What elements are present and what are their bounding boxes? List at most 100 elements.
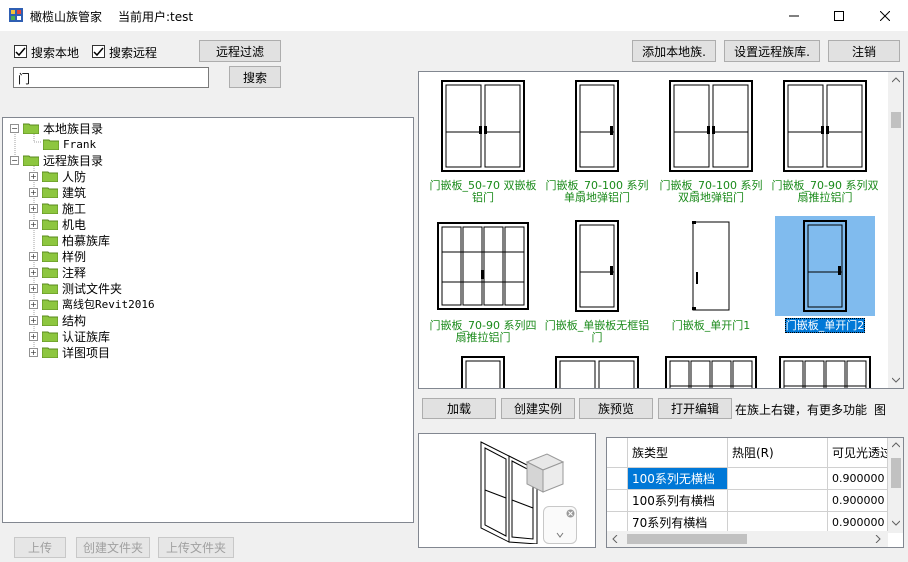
grid-cell-vis[interactable]: 0.900000	[828, 490, 888, 512]
title-bar: 橄榄山族管家 当前用户:test	[0, 0, 908, 31]
load-button[interactable]: 加载	[422, 398, 496, 419]
expand-icon[interactable]: +	[29, 347, 38, 357]
grid-cell-vis[interactable]: 0.900000	[828, 468, 888, 490]
set-remote-library-button[interactable]: 设置远程族库.	[724, 40, 820, 62]
tree-node-remote-child[interactable]: + 建筑	[29, 184, 86, 200]
navigation-wheel[interactable]	[543, 506, 577, 544]
family-card-partial[interactable]	[769, 356, 881, 388]
expand-icon[interactable]: +	[29, 251, 38, 261]
tree-node-remote-child[interactable]: + 样例	[29, 248, 86, 264]
family-card[interactable]: 门嵌板_70-90 系列双扇推拉铝门	[769, 76, 881, 204]
family-card-partial[interactable]	[541, 356, 653, 388]
logout-button[interactable]: 注销	[828, 40, 900, 62]
grid-hscroll-thumb[interactable]	[627, 534, 747, 544]
tree-node-remote-child[interactable]: + 测试文件夹	[29, 280, 122, 296]
scroll-up-icon[interactable]	[892, 77, 900, 83]
four-panel-door-icon	[433, 216, 533, 316]
gallery-scroll-thumb[interactable]	[891, 112, 901, 128]
scroll-up-icon[interactable]	[892, 442, 900, 448]
double-door-icon	[775, 76, 875, 176]
family-card[interactable]: 门嵌板_单嵌板无框铝门	[541, 216, 653, 344]
tree-node-remote-child[interactable]: + 注释	[29, 264, 86, 280]
hint-text: 在族上右键，有更多功能	[735, 403, 868, 417]
tree-node-remote-child[interactable]: + 人防	[29, 168, 86, 184]
grid-header-r[interactable]: 热阻(R)	[728, 438, 828, 468]
maximize-button[interactable]	[816, 0, 862, 31]
family-card[interactable]: 门嵌板_单开门1	[655, 216, 767, 332]
chevron-down-icon[interactable]	[556, 531, 564, 539]
family-3d-preview[interactable]	[418, 433, 596, 548]
remote-filter-button[interactable]: 远程过滤	[199, 40, 281, 62]
collapse-icon[interactable]: −	[10, 123, 19, 133]
upload-button[interactable]: 上传	[14, 537, 66, 558]
expand-icon[interactable]: +	[29, 187, 38, 197]
expand-icon[interactable]: +	[29, 267, 38, 277]
tree-node-remote-child[interactable]: + 认证族库	[29, 328, 110, 344]
grid-vscroll-thumb[interactable]	[891, 458, 901, 488]
search-button[interactable]: 搜索	[229, 66, 281, 88]
grid-cell-r[interactable]	[728, 490, 828, 512]
grid-hscrollbar[interactable]	[607, 531, 888, 547]
tree-node-frank[interactable]: Frank	[43, 136, 96, 152]
family-card[interactable]: 门嵌板_单开门2	[769, 216, 881, 333]
expand-icon[interactable]: +	[29, 283, 38, 293]
tree-node-remote-child[interactable]: + 机电	[29, 216, 86, 232]
family-card[interactable]: 门嵌板_70-90 系列四扇推拉铝门	[427, 216, 539, 344]
minimize-button[interactable]	[771, 0, 817, 31]
family-card-caption: 门嵌板_70-100 系列双扇地弹铝门	[659, 179, 763, 204]
expand-icon[interactable]: +	[29, 299, 38, 309]
expand-icon[interactable]: +	[29, 331, 38, 341]
collapse-icon[interactable]: −	[10, 155, 19, 165]
create-instance-button[interactable]: 创建实例	[501, 398, 575, 419]
family-card[interactable]: 门嵌板_70-100 系列单扇地弹铝门	[541, 76, 653, 204]
tree-node-remote-child[interactable]: 柏慕族库	[29, 232, 110, 248]
checkmark-icon	[93, 47, 104, 57]
grid-header-type[interactable]: 族类型	[628, 438, 728, 468]
trailing-text: 图	[874, 403, 887, 417]
grid-cell-type[interactable]: 100系列有横档	[628, 490, 728, 512]
expand-icon[interactable]: +	[29, 171, 38, 181]
grid-header-vis[interactable]: 可见光透过	[828, 438, 888, 468]
viewcube-icon[interactable]	[521, 448, 567, 498]
tree-node-remote-child[interactable]: + 施工	[29, 200, 86, 216]
scroll-down-icon[interactable]	[892, 377, 900, 383]
tree-node-remote-child[interactable]: + 结构	[29, 312, 86, 328]
family-card[interactable]: 门嵌板_70-100 系列双扇地弹铝门	[655, 76, 767, 204]
search-remote-label: 搜索远程	[109, 46, 158, 60]
family-preview-button[interactable]: 族预览	[579, 398, 653, 419]
family-card-partial[interactable]	[427, 356, 539, 388]
grid-cell-type[interactable]: 100系列无横档	[628, 468, 728, 490]
scroll-right-icon[interactable]	[875, 535, 881, 543]
tree-node-remote-child[interactable]: + 详图项目	[29, 344, 110, 360]
family-tree[interactable]: − 本地族目录 Frank − 远程族目录 + 人防 + 建筑 + 施工 + 机电 柏慕族库 + 样…	[2, 117, 414, 523]
family-type-grid[interactable]: 族类型 热阻(R) 可见光透过 100系列无横档 0.900000 100系列有横档…	[606, 437, 904, 548]
tree-node-remote-child[interactable]: + 离线包Revit2016	[29, 296, 155, 312]
folder-icon	[42, 235, 58, 246]
scroll-down-icon[interactable]	[892, 520, 900, 526]
current-user-label: 当前用户:test	[118, 10, 194, 24]
family-gallery[interactable]: 门嵌板_50-70 双嵌板铝门 门嵌板_70-100 系列单扇地弹铝门 门嵌板_70…	[418, 71, 904, 389]
tree-node-local-root[interactable]: − 本地族目录	[10, 120, 103, 136]
grid-cell-r[interactable]	[728, 468, 828, 490]
folder-icon	[43, 139, 59, 150]
family-card[interactable]: 门嵌板_50-70 双嵌板铝门	[427, 76, 539, 204]
close-icon[interactable]	[566, 509, 575, 518]
search-remote-checkbox[interactable]	[92, 45, 105, 58]
expand-icon[interactable]: +	[29, 203, 38, 213]
add-local-family-button[interactable]: 添加本地族.	[632, 40, 716, 62]
grid-row-header[interactable]	[607, 468, 628, 490]
expand-icon[interactable]: +	[29, 219, 38, 229]
close-button[interactable]	[862, 0, 908, 31]
grid-row-header[interactable]	[607, 490, 628, 512]
search-local-checkbox[interactable]	[14, 45, 27, 58]
gallery-scrollbar[interactable]	[888, 72, 903, 388]
scroll-left-icon[interactable]	[612, 535, 618, 543]
expand-icon[interactable]: +	[29, 315, 38, 325]
open-edit-button[interactable]: 打开编辑	[658, 398, 732, 419]
create-folder-button[interactable]: 创建文件夹	[76, 537, 150, 558]
search-input[interactable]: 门	[13, 67, 209, 88]
tree-node-remote-root[interactable]: − 远程族目录	[10, 152, 103, 168]
upload-folder-button[interactable]: 上传文件夹	[158, 537, 234, 558]
grid-vscrollbar[interactable]	[888, 438, 903, 533]
family-card-partial[interactable]	[655, 356, 767, 388]
